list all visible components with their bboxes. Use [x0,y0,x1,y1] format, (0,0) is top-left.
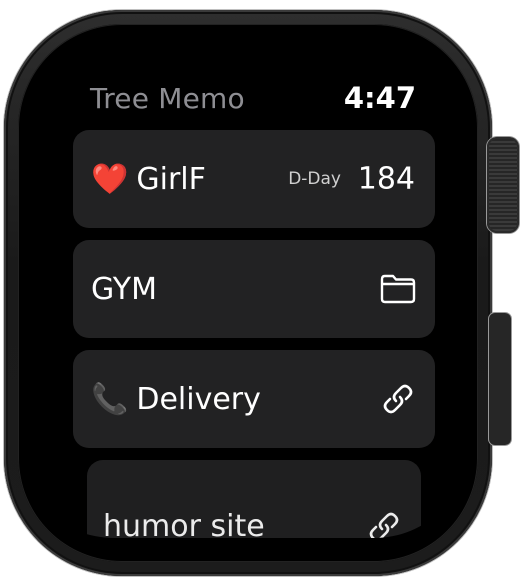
app-title: Tree Memo [90,82,245,115]
item-title: Delivery [136,382,261,417]
list-item-girlf[interactable]: ❤️ GirlF D-Day 184 [73,130,435,228]
list-item-label: ❤️ GirlF [91,161,206,197]
list-item-humor-site[interactable]: humor site [87,460,421,538]
side-button[interactable] [489,313,511,445]
item-title: GYM [91,272,157,307]
link-icon [369,512,399,538]
digital-crown[interactable] [487,137,519,233]
watch-screen: Tree Memo 4:47 ❤️ GirlF D-Day 184 GYM 📞 De… [18,24,470,538]
dday-caption: D-Day [288,169,341,189]
status-time: 4:47 [343,81,416,115]
phone-icon: 📞 [91,382,129,417]
heart-icon: ❤️ [91,162,129,197]
list-item-label: humor site [103,508,265,538]
list-item-gym[interactable]: GYM [73,240,435,338]
list-item-label: 📞 Delivery [91,381,261,417]
list-item-label: GYM [91,271,157,307]
dday-count: 184 [357,161,415,197]
link-icon [383,384,413,414]
item-title: GirlF [136,162,206,197]
folder-icon [380,274,416,304]
watch-frame: Tree Memo 4:47 ❤️ GirlF D-Day 184 GYM 📞 De… [0,0,530,583]
item-title: humor site [103,509,265,538]
list-item-delivery[interactable]: 📞 Delivery [73,350,435,448]
